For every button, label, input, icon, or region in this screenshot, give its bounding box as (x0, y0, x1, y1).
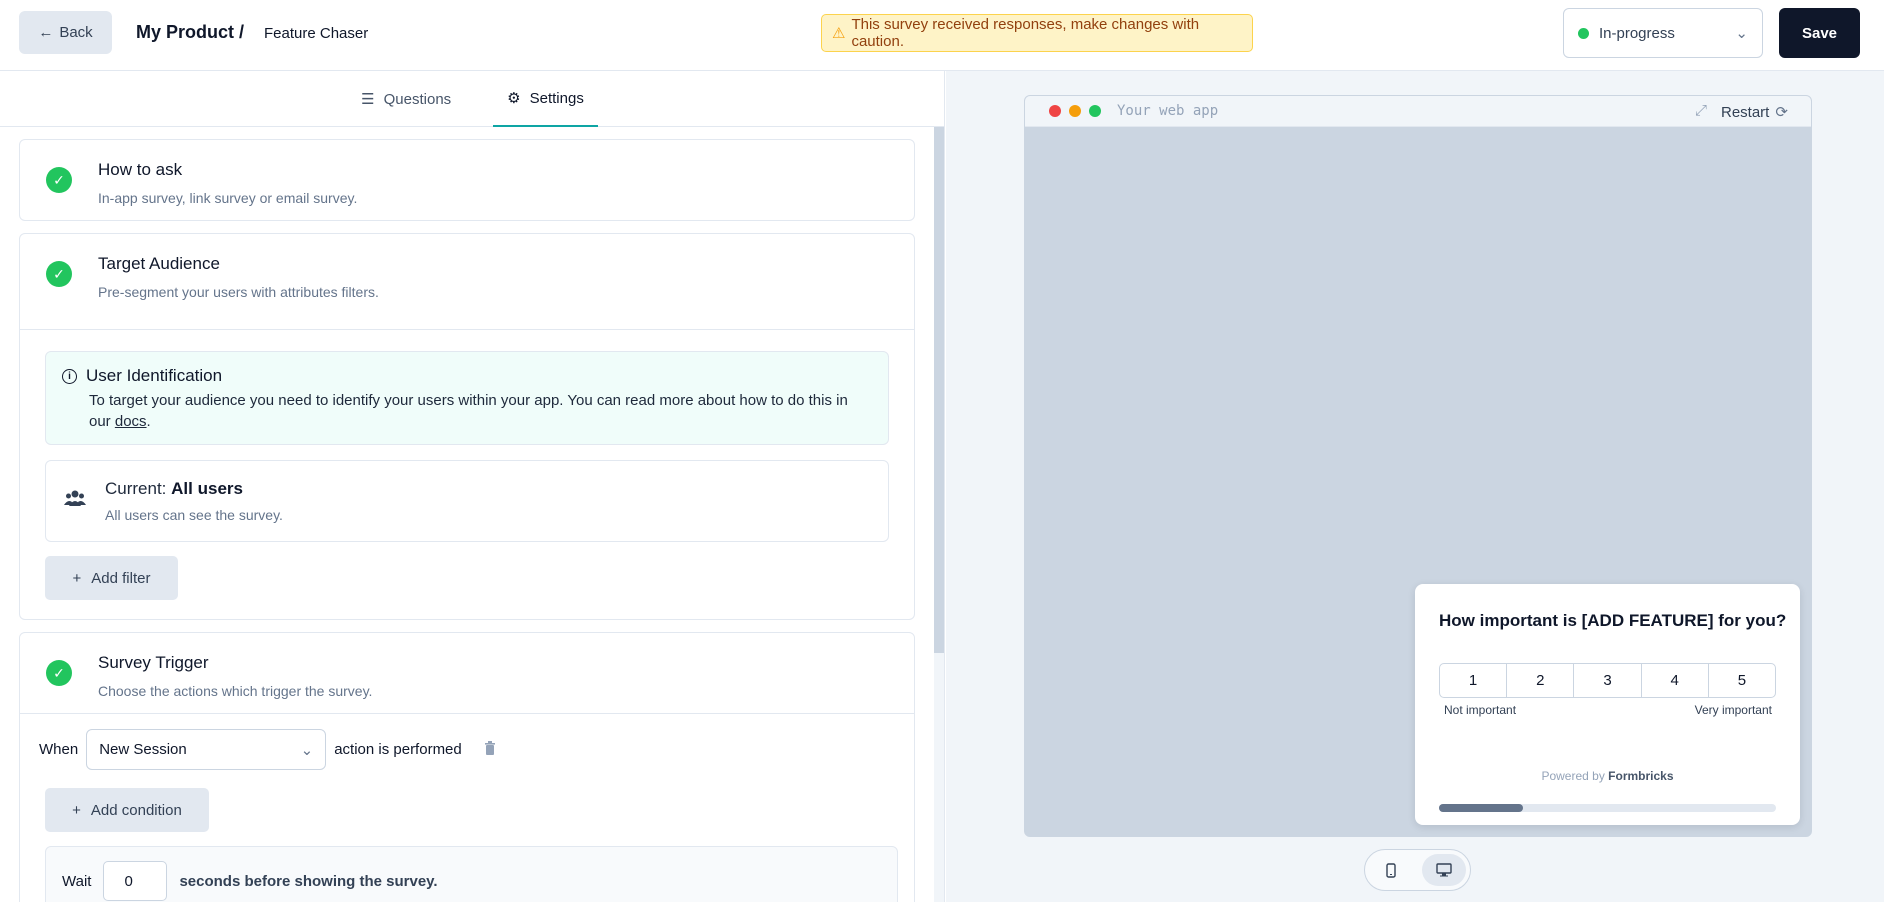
status-label: In-progress (1599, 24, 1675, 42)
alert-period: . (146, 413, 151, 430)
desktop-icon[interactable] (1421, 854, 1466, 886)
rating-option[interactable]: 4 (1640, 663, 1709, 698)
maximize-dot-icon (1089, 105, 1101, 117)
back-button[interactable]: ← Back (19, 11, 112, 54)
add-condition-label: Add condition (90, 801, 182, 819)
status-select[interactable]: In-progress ⌄ (1563, 8, 1763, 58)
rating-option[interactable]: 2 (1506, 663, 1575, 698)
card-title: Survey Trigger (98, 653, 209, 672)
powered-by: Powered by Formbricks (1415, 769, 1800, 783)
scale-low-label: Not important (1444, 703, 1517, 717)
chevron-down-icon: ⌄ (300, 741, 314, 759)
wait-prefix: Wait (62, 872, 92, 890)
phone-icon[interactable] (1369, 854, 1414, 886)
card-subtitle: Choose the actions which trigger the sur… (98, 683, 373, 699)
users-icon (64, 489, 88, 513)
browser-preview: Your web app ⤢ Restart ⟳ How important i… (1024, 95, 1812, 837)
plus-icon: + (72, 801, 81, 819)
user-identification-alert: i User Identification To target your aud… (45, 351, 889, 445)
current-prefix: Current: (105, 479, 167, 498)
warning-banner: ⚠ This survey received responses, make c… (821, 14, 1253, 52)
warning-icon: ⚠ (832, 25, 846, 42)
tab-questions-label: Questions (383, 90, 452, 108)
add-condition-button[interactable]: + Add condition (45, 788, 209, 832)
breadcrumb: My Product / Feature Chaser (136, 22, 368, 43)
action-select[interactable]: New Session ⌄ (86, 729, 327, 770)
alert-title: User Identification (86, 366, 223, 385)
browser-title: Your web app (1117, 103, 1219, 119)
gear-icon: ⚙ (507, 90, 521, 107)
restart-button[interactable]: Restart ⟳ (1721, 103, 1788, 122)
editor-tabs: ☰ Questions ⚙ Settings (0, 71, 944, 127)
tab-settings[interactable]: ⚙ Settings (493, 71, 598, 127)
scale-high-label: Very important (1694, 703, 1772, 717)
action-suffix: action is performed (334, 741, 462, 758)
action-value: New Session (99, 741, 187, 758)
card-title: Target Audience (98, 254, 220, 273)
arrow-left-icon: ← (38, 24, 54, 41)
card-subtitle: Pre-segment your users with attributes f… (98, 284, 379, 300)
how-to-ask-card[interactable]: ✓ How to ask In-app survey, link survey … (19, 139, 915, 221)
scrollbar-thumb[interactable] (934, 127, 944, 653)
rating-scale: 1 2 3 4 5 (1439, 663, 1777, 698)
chevron-down-icon: ⌄ (1735, 25, 1748, 42)
trigger-row: When New Session ⌄ action is performed (39, 729, 496, 770)
card-title: How to ask (98, 160, 183, 179)
card-subtitle: In-app survey, link survey or email surv… (98, 190, 358, 206)
check-icon: ✓ (46, 261, 72, 287)
minimize-dot-icon (1069, 105, 1081, 117)
close-dot-icon (1049, 105, 1061, 117)
survey-widget: How important is [ADD FEATURE] for you? … (1415, 584, 1800, 825)
alert-text: To target your audience you need to iden… (89, 392, 848, 430)
check-icon: ✓ (46, 660, 72, 686)
target-audience-header[interactable]: ✓ Target Audience Pre-segment your users… (20, 234, 914, 330)
product-name: My Product / (136, 22, 245, 42)
status-dot-icon (1578, 27, 1589, 39)
when-label: When (39, 741, 79, 758)
back-label: Back (59, 24, 93, 41)
wait-seconds-input[interactable]: 0 (103, 861, 168, 901)
list-icon: ☰ (361, 91, 375, 108)
add-filter-button[interactable]: + Add filter (45, 556, 178, 600)
tab-settings-label: Settings (529, 89, 584, 107)
save-button[interactable]: Save (1779, 8, 1860, 58)
device-toggle (1364, 849, 1471, 891)
refresh-icon: ⟳ (1775, 104, 1788, 121)
survey-question: How important is [ADD FEATURE] for you? (1439, 611, 1787, 630)
survey-trigger-header[interactable]: ✓ Survey Trigger Choose the actions whic… (20, 633, 914, 714)
powered-brand: Formbricks (1608, 769, 1674, 783)
wait-delay-row: Wait 0 seconds before showing the survey… (45, 846, 898, 902)
expand-icon[interactable]: ⤢ (1695, 102, 1707, 119)
trash-icon[interactable] (484, 741, 496, 758)
check-icon: ✓ (46, 167, 72, 193)
survey-name[interactable]: Feature Chaser (264, 25, 368, 42)
rating-option[interactable]: 1 (1439, 663, 1508, 698)
restart-label: Restart (1721, 103, 1770, 121)
plus-icon: + (72, 569, 82, 587)
current-value: All users (171, 479, 243, 498)
rating-option[interactable]: 5 (1707, 663, 1777, 698)
add-filter-label: Add filter (91, 569, 151, 587)
preview-pane: Your web app ⤢ Restart ⟳ How important i… (946, 71, 1884, 902)
info-icon: i (62, 368, 77, 384)
current-segment-title: Current: All users (105, 479, 283, 499)
wait-suffix: seconds before showing the survey. (179, 872, 438, 890)
current-segment-box: Current: All users All users can see the… (45, 460, 889, 542)
rating-option[interactable]: 3 (1573, 663, 1642, 698)
warning-text: This survey received responses, make cha… (851, 16, 1200, 50)
progress-fill (1439, 804, 1524, 812)
current-segment-subtitle: All users can see the survey. (105, 507, 283, 523)
tab-questions[interactable]: ☰ Questions (347, 71, 465, 127)
docs-link[interactable]: docs (115, 413, 147, 430)
target-audience-card: ✓ Target Audience Pre-segment your users… (19, 233, 915, 620)
top-bar: ← Back My Product / Feature Chaser ⚠ Thi… (0, 0, 1884, 71)
powered-prefix: Powered by (1541, 769, 1605, 783)
editor-pane: ☰ Questions ⚙ Settings ✓ How to ask In-a… (0, 71, 945, 902)
survey-trigger-card: ✓ Survey Trigger Choose the actions whic… (19, 632, 915, 902)
alert-body: To target your audience you need to iden… (89, 390, 872, 432)
progress-bar (1439, 804, 1776, 812)
browser-bar: Your web app ⤢ Restart ⟳ (1025, 96, 1811, 127)
